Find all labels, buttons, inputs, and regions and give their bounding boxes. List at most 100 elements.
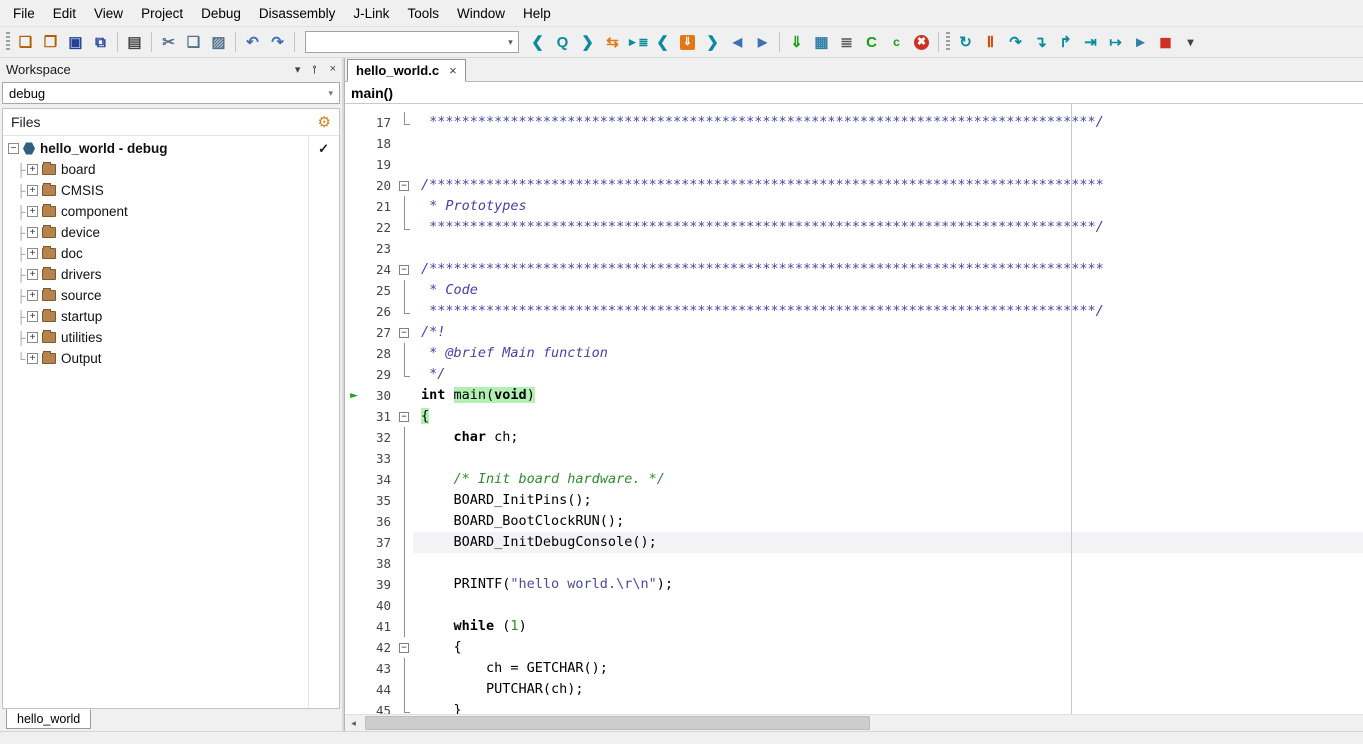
expander-icon[interactable]: +	[27, 227, 38, 238]
tree-item-board[interactable]: ├+board	[3, 159, 339, 180]
function-bar[interactable]: main()	[345, 82, 1363, 104]
copy-button[interactable]: ❑	[181, 30, 206, 54]
menu-file[interactable]: File	[4, 3, 44, 24]
code-line[interactable]: 17 *************************************…	[345, 112, 1363, 133]
next-statement-button[interactable]: ⇥	[1078, 30, 1103, 54]
tree-item-component[interactable]: ├+component	[3, 201, 339, 222]
quick-search-button[interactable]: Q	[550, 30, 575, 54]
breakpoint-margin[interactable]	[345, 469, 363, 490]
code-line[interactable]: 19	[345, 154, 1363, 175]
expander-icon[interactable]: +	[27, 353, 38, 364]
panel-menu-chevron-icon[interactable]: ▾	[295, 63, 301, 76]
breakpoint-margin[interactable]	[345, 448, 363, 469]
code-line[interactable]: 29 */	[345, 364, 1363, 385]
fold-marker[interactable]: −	[397, 406, 413, 427]
expander-icon[interactable]: +	[27, 248, 38, 259]
code-line[interactable]: ►30int main(void)	[345, 385, 1363, 406]
menu-view[interactable]: View	[85, 3, 132, 24]
step-into-button[interactable]: ↴	[1028, 30, 1053, 54]
breakpoint-margin[interactable]	[345, 490, 363, 511]
expander-icon[interactable]: +	[27, 290, 38, 301]
go-to-definition-button[interactable]: ►≣	[625, 30, 650, 54]
code-line[interactable]: 38	[345, 553, 1363, 574]
breakpoint-margin[interactable]	[345, 259, 363, 280]
editor-tab-hello-world-c[interactable]: hello_world.c ×	[347, 59, 466, 82]
breakpoint-margin[interactable]	[345, 616, 363, 637]
compile-small-button[interactable]: c	[884, 30, 909, 54]
code-line[interactable]: 24−/************************************…	[345, 259, 1363, 280]
code-line[interactable]: 33	[345, 448, 1363, 469]
scrollbar-thumb[interactable]	[365, 716, 870, 730]
breakpoint-margin[interactable]	[345, 301, 363, 322]
code-line[interactable]: 18	[345, 133, 1363, 154]
menu-j-link[interactable]: J-Link	[344, 3, 398, 24]
find-combobox[interactable]: ▾	[305, 31, 519, 53]
find-combo-input[interactable]	[306, 32, 503, 52]
download-and-debug-button[interactable]: ⇓	[784, 30, 809, 54]
tree-item-cmsis[interactable]: ├+CMSIS	[3, 180, 339, 201]
breakpoint-margin[interactable]	[345, 217, 363, 238]
breakpoint-margin[interactable]	[345, 280, 363, 301]
breakpoint-margin[interactable]	[345, 679, 363, 700]
fold-marker[interactable]: −	[397, 637, 413, 658]
code-line[interactable]: 23	[345, 238, 1363, 259]
fold-marker[interactable]: −	[397, 175, 413, 196]
code-line[interactable]: 35 BOARD_InitPins();	[345, 490, 1363, 511]
scroll-left-button[interactable]: ◂	[345, 715, 362, 732]
code-line[interactable]: 31−{	[345, 406, 1363, 427]
stop-build-button[interactable]: ✖	[909, 30, 934, 54]
save-button[interactable]: ▣	[63, 30, 88, 54]
memory-window-button[interactable]: ≣	[834, 30, 859, 54]
compile-button[interactable]: C	[859, 30, 884, 54]
code-line[interactable]: 34 /* Init board hardware. */	[345, 469, 1363, 490]
redo-button[interactable]: ↷	[265, 30, 290, 54]
pin-icon[interactable]: ⊸	[308, 64, 321, 73]
code-line[interactable]: 20−/************************************…	[345, 175, 1363, 196]
breakpoint-margin[interactable]	[345, 154, 363, 175]
code-line[interactable]: 40	[345, 595, 1363, 616]
breakpoint-margin[interactable]	[345, 112, 363, 133]
menu-disassembly[interactable]: Disassembly	[250, 3, 345, 24]
configuration-selector[interactable]: debug ▾	[2, 82, 340, 104]
fold-toggle-icon[interactable]: −	[399, 181, 409, 191]
toggle-bookmark-button[interactable]: ⇓	[675, 30, 700, 54]
expander-icon[interactable]: +	[27, 269, 38, 280]
breakpoint-margin[interactable]	[345, 574, 363, 595]
next-document-button[interactable]: ▶	[750, 30, 775, 54]
breakpoint-margin[interactable]	[345, 595, 363, 616]
breakpoint-margin[interactable]	[345, 406, 363, 427]
stop-debugging-button[interactable]: ◼	[1153, 30, 1178, 54]
paste-button[interactable]: ▨	[206, 30, 231, 54]
breakpoint-margin[interactable]	[345, 553, 363, 574]
previous-document-button[interactable]: ◀	[725, 30, 750, 54]
breakpoint-margin[interactable]	[345, 175, 363, 196]
tree-item-utilities[interactable]: ├+utilities	[3, 327, 339, 348]
code-line[interactable]: 32 char ch;	[345, 427, 1363, 448]
tree-item-drivers[interactable]: ├+drivers	[3, 264, 339, 285]
tree-item-output[interactable]: └+Output	[3, 348, 339, 369]
break-button[interactable]: Ⅱ	[978, 30, 1003, 54]
expander-icon[interactable]: +	[27, 164, 38, 175]
breakpoint-margin[interactable]	[345, 343, 363, 364]
menu-window[interactable]: Window	[448, 3, 514, 24]
horizontal-scrollbar[interactable]: ◂	[345, 714, 1363, 731]
toggle-source-header-button[interactable]: ⇆	[600, 30, 625, 54]
tree-item-device[interactable]: ├+device	[3, 222, 339, 243]
fold-toggle-icon[interactable]: −	[399, 328, 409, 338]
go-button[interactable]: ►	[1128, 30, 1153, 54]
code-line[interactable]: 41 while (1)	[345, 616, 1363, 637]
code-line[interactable]: 22 *************************************…	[345, 217, 1363, 238]
breakpoint-margin[interactable]	[345, 322, 363, 343]
fold-marker[interactable]: −	[397, 322, 413, 343]
code-line[interactable]: 42− {	[345, 637, 1363, 658]
expander-icon[interactable]: +	[27, 206, 38, 217]
close-tab-icon[interactable]: ×	[449, 63, 457, 78]
cut-button[interactable]: ✂	[156, 30, 181, 54]
menu-project[interactable]: Project	[132, 3, 192, 24]
expander-icon[interactable]: +	[27, 311, 38, 322]
menu-debug[interactable]: Debug	[192, 3, 250, 24]
breakpoint-margin[interactable]	[345, 637, 363, 658]
code-line[interactable]: 43 ch = GETCHAR();	[345, 658, 1363, 679]
fold-marker[interactable]: −	[397, 259, 413, 280]
navigate-backward-button[interactable]: ❮	[525, 30, 550, 54]
